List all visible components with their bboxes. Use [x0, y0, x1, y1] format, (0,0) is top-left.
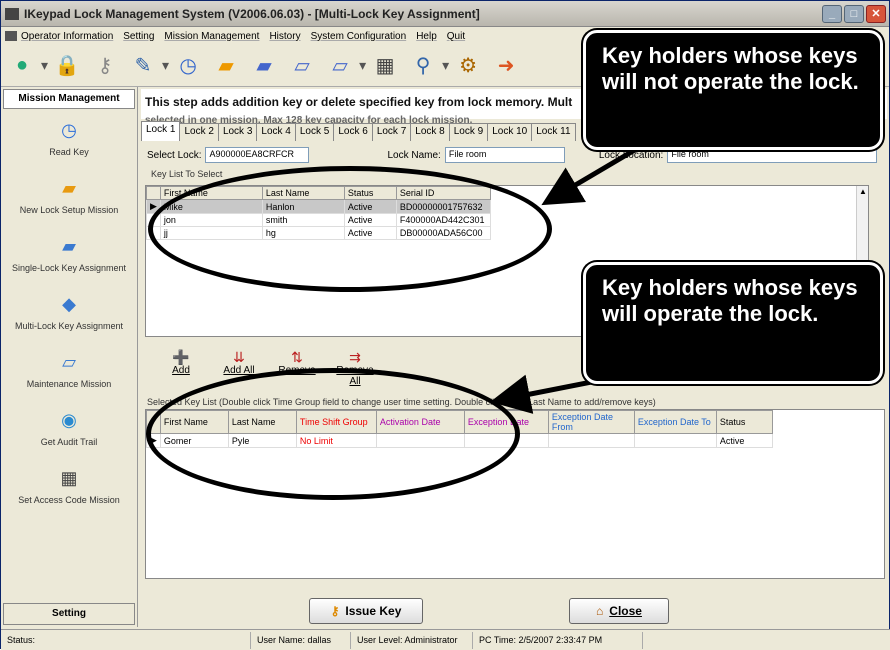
exit-icon[interactable]: ➜ [491, 51, 521, 81]
clock-icon[interactable]: ◷ [173, 51, 203, 81]
lock-location-label: Lock Location: [598, 149, 664, 161]
menu-system-configuration[interactable]: System Configuration [311, 31, 407, 42]
clock-icon: ◷ [61, 119, 77, 140]
close-icon: ⌂ [596, 604, 604, 618]
settings-icon[interactable]: ⚙ [453, 51, 483, 81]
menu-operator-information[interactable]: Operator Information [21, 31, 113, 42]
lock-tabs: Lock 1 Lock 2 Lock 3 Lock 4 Lock 5 Lock … [141, 121, 576, 141]
scroll-up-icon[interactable]: ▲ [857, 186, 869, 198]
sidebar-item-label: Multi-Lock Key Assignment [14, 321, 124, 331]
menu-history[interactable]: History [269, 31, 300, 42]
menu-setting[interactable]: Setting [123, 31, 154, 42]
sidebar-item-audit-trail[interactable]: ◉ Get Audit Trail [1, 401, 137, 459]
close-window-button[interactable]: ✕ [866, 5, 886, 23]
tab-lock-10[interactable]: Lock 10 [487, 123, 533, 141]
menu-mission-management[interactable]: Mission Management [164, 31, 259, 42]
tab-lock-6[interactable]: Lock 6 [333, 123, 373, 141]
sidebar-item-label: Maintenance Mission [26, 379, 112, 389]
col-status[interactable]: Status [715, 410, 773, 434]
building-icon: ▦ [60, 467, 78, 488]
key-icon: ◆ [62, 293, 76, 314]
search-icon[interactable]: ⚲ [408, 51, 438, 81]
tab-lock-7[interactable]: Lock 7 [371, 123, 412, 141]
remove-all-icon: ⇉ [349, 349, 361, 365]
sidebar-item-single-lock[interactable]: ▰ Single-Lock Key Assignment [1, 227, 137, 285]
add-all-icon: ⇊ [233, 349, 245, 365]
sidebar-item-label: New Lock Setup Mission [19, 205, 119, 215]
tab-lock-9[interactable]: Lock 9 [448, 123, 489, 141]
remove-icon: ⇅ [291, 349, 303, 365]
sidebar-item-label: Get Audit Trail [40, 437, 98, 447]
window-title: IKeypad Lock Management System (V2006.06… [24, 6, 480, 21]
status-pc-time: PC Time: 2/5/2007 2:33:47 PM [473, 631, 643, 649]
minimize-button[interactable]: _ [822, 5, 842, 23]
status-bar: Status: User Name: dallas User Level: Ad… [1, 629, 890, 650]
key-tool-icon[interactable]: ⚷ [90, 51, 120, 81]
lock-name-label: Lock Name: [387, 149, 441, 161]
sidebar-item-read-key[interactable]: ◷ Read Key [1, 111, 137, 169]
sidebar-item-label: Set Access Code Mission [18, 495, 120, 505]
tab-lock-11[interactable]: Lock 11 [531, 123, 576, 141]
folder-icon[interactable]: ▰ [211, 51, 241, 81]
folder-blue-icon[interactable]: ▰ [249, 51, 279, 81]
folder-icon: ▰ [62, 177, 76, 198]
status-user-name: User Name: dallas [251, 631, 351, 649]
issue-key-button[interactable]: ⚷ Issue Key [309, 598, 423, 624]
col-exception-date-from[interactable]: Exception Date From [547, 410, 635, 434]
folder-icon: ▰ [62, 235, 76, 256]
col-exception-date-to[interactable]: Exception Date To [633, 410, 717, 434]
callout-operate: Key holders whose keys will operate the … [583, 262, 883, 384]
sidebar-item-new-lock-setup[interactable]: ▰ New Lock Setup Mission [1, 169, 137, 227]
sidebar-item-access-code[interactable]: ▦ Set Access Code Mission [1, 459, 137, 517]
sidebar: Mission Management ◷ Read Key ▰ New Lock… [1, 87, 138, 627]
add-button[interactable]: ➕ Add [159, 349, 203, 387]
tab-lock-1[interactable]: Lock 1 [141, 121, 181, 141]
sidebar-setting-button[interactable]: Setting [3, 603, 135, 625]
tab-lock-4[interactable]: Lock 4 [256, 123, 296, 141]
lock-icon[interactable]: 🔒 [52, 51, 82, 81]
tab-lock-3[interactable]: Lock 3 [217, 123, 258, 141]
app-icon [5, 7, 19, 20]
tab-lock-2[interactable]: Lock 2 [179, 123, 219, 141]
child-window-icon [5, 31, 17, 41]
status-user-level: User Level: Administrator [351, 631, 473, 649]
add-icon: ➕ [172, 349, 190, 365]
callout-not-operate: Key holders whose keys will not operate … [583, 30, 883, 150]
title-bar: IKeypad Lock Management System (V2006.06… [1, 1, 889, 27]
sidebar-item-maintenance[interactable]: ▱ Maintenance Mission [1, 343, 137, 401]
audit-icon: ◉ [61, 409, 77, 430]
sidebar-item-multi-lock[interactable]: ◆ Multi-Lock Key Assignment [1, 285, 137, 343]
tray-icon: ▱ [62, 351, 76, 372]
lock-name-field[interactable]: File room [444, 147, 565, 163]
tray-icon[interactable]: ▱ [287, 51, 317, 81]
key-list-label: Key List To Select [151, 169, 223, 179]
menu-quit[interactable]: Quit [447, 31, 465, 42]
select-lock-label: Select Lock: [147, 149, 202, 161]
bottom-bar: ⚷ Issue Key ⌂ Close [139, 595, 889, 627]
highlight-ellipse-bottom [146, 368, 520, 500]
select-lock-field[interactable]: A900000EA8CRFCR [205, 147, 310, 163]
sidebar-item-label: Read Key [49, 147, 89, 157]
note-icon[interactable]: ✎ [128, 51, 158, 81]
globe-icon[interactable]: ● [7, 51, 37, 81]
tab-lock-8[interactable]: Lock 8 [410, 123, 450, 141]
building-icon[interactable]: ▦ [370, 51, 400, 81]
close-button[interactable]: ⌂ Close [569, 598, 669, 624]
sidebar-header: Mission Management [3, 89, 135, 109]
issue-key-icon: ⚷ [330, 604, 340, 618]
tab-lock-5[interactable]: Lock 5 [294, 123, 335, 141]
highlight-ellipse-top [148, 166, 552, 292]
sidebar-item-label: Single-Lock Key Assignment [11, 263, 127, 273]
maximize-button[interactable]: □ [844, 5, 864, 23]
menu-help[interactable]: Help [416, 31, 437, 42]
tray-2-icon[interactable]: ▱ [325, 51, 355, 81]
status-text: Status: [1, 631, 251, 649]
